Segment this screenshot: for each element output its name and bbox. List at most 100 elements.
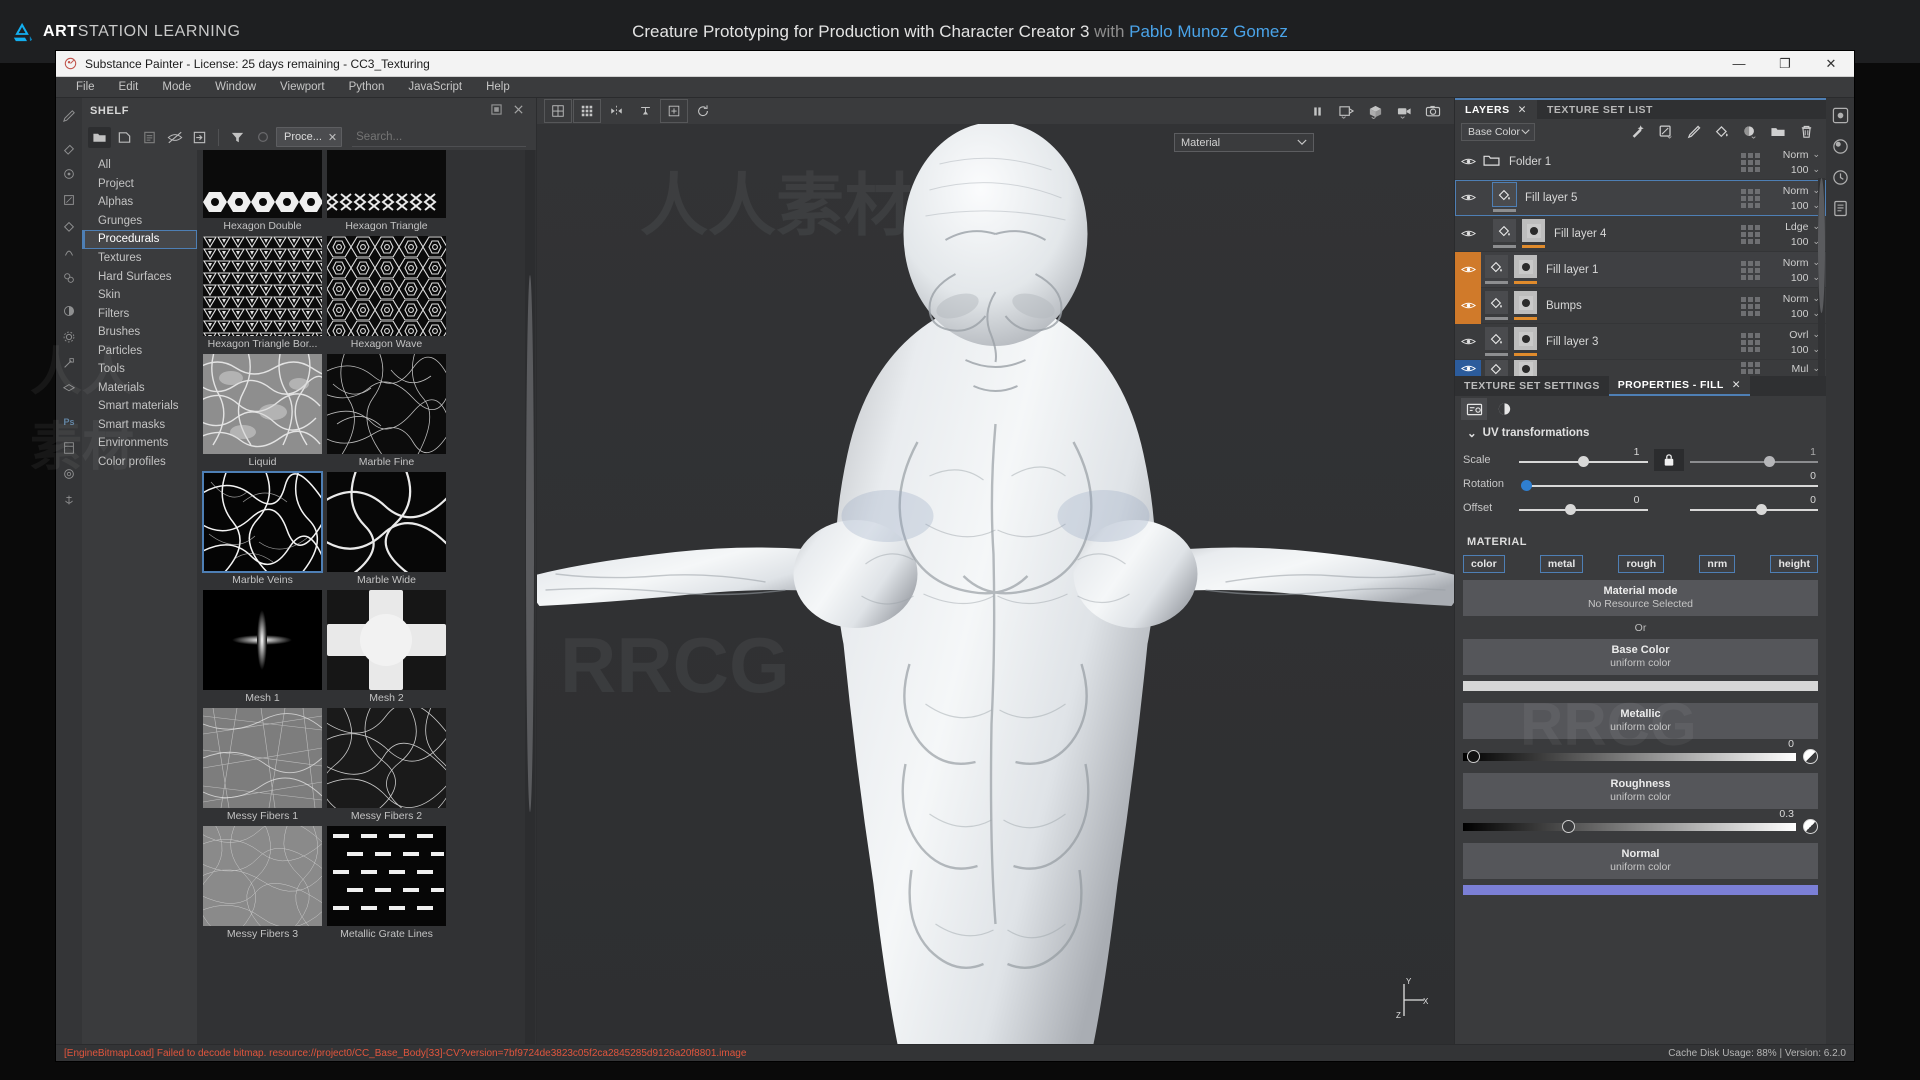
channel-grid-icon[interactable] <box>1741 225 1760 244</box>
menu-edit[interactable]: Edit <box>107 77 151 98</box>
shelf-cat-skin[interactable]: Skin <box>82 286 197 305</box>
chip-color[interactable]: color <box>1463 555 1505 573</box>
symmetry-icon[interactable] <box>603 100 629 122</box>
layer-opacity[interactable]: 100 <box>1791 200 1809 212</box>
new-shelf-icon[interactable] <box>113 127 136 148</box>
filter-icon[interactable] <box>226 127 249 148</box>
layer-blend-mode[interactable]: Norm <box>1783 149 1809 161</box>
layer-mask-thumbnail[interactable] <box>1514 360 1537 376</box>
shelf-cat-textures[interactable]: Textures <box>82 249 197 268</box>
shelf-filter-chip-close-icon[interactable]: ✕ <box>328 131 337 144</box>
menu-help[interactable]: Help <box>474 77 522 98</box>
shader-settings-icon[interactable] <box>1829 135 1851 157</box>
channel-grid-icon[interactable] <box>1741 261 1760 280</box>
cube-settings-icon[interactable] <box>58 463 80 485</box>
base-color-swatch[interactable] <box>1463 681 1818 691</box>
roughness-color-circle[interactable] <box>1803 819 1818 834</box>
shelf-cat-project[interactable]: Project <box>82 175 197 194</box>
uv-offset-slider-v[interactable]: 0 <box>1689 494 1818 520</box>
layers-scrollbar[interactable] <box>1818 178 1825 376</box>
frame-icon[interactable] <box>660 99 688 123</box>
layer-opacity[interactable]: 100 <box>1791 236 1809 248</box>
close-icon[interactable] <box>513 104 528 119</box>
shelf-item-selected[interactable]: Marble Veins <box>202 471 323 588</box>
magic-effect-icon[interactable] <box>1624 121 1652 143</box>
shelf-item[interactable]: Hexagon Double <box>203 150 322 234</box>
material-mode-drop[interactable]: Material mode No Resource Selected <box>1463 580 1818 616</box>
layer-visibility-toggle[interactable] <box>1455 180 1481 216</box>
layers-list[interactable]: Folder 1 Norm ⌄ 100 ⌄ Fill layer 5 Norm … <box>1455 144 1826 376</box>
cube-icon[interactable] <box>1362 100 1388 122</box>
metallic-color-circle[interactable] <box>1803 749 1818 764</box>
search-input[interactable] <box>352 127 526 147</box>
channel-grid-icon[interactable] <box>1741 333 1760 352</box>
shelf-item[interactable]: Hexagon Triangle Bor... <box>203 236 322 352</box>
chip-nrm[interactable]: nrm <box>1699 555 1736 573</box>
shelf-cat-color-profiles[interactable]: Color profiles <box>82 453 197 472</box>
layer-fill-thumbnail[interactable] <box>1485 291 1508 320</box>
layer-row[interactable]: Mul ⌄ <box>1455 360 1826 376</box>
layer-visibility-toggle[interactable] <box>1455 216 1481 252</box>
pause-icon[interactable] <box>1304 100 1330 122</box>
layer-visibility-toggle[interactable] <box>1455 251 1481 288</box>
layer-visibility-toggle[interactable] <box>1455 360 1481 376</box>
roughness-drop[interactable]: Roughness uniform color <box>1463 773 1818 809</box>
clone-icon[interactable] <box>58 267 80 289</box>
layer-row-selected[interactable]: Fill layer 5 Norm ⌄ 100 ⌄ <box>1455 180 1826 216</box>
shelf-cat-materials[interactable]: Materials <box>82 379 197 398</box>
layer-fill-thumbnail[interactable] <box>1493 219 1516 248</box>
shelf-item[interactable]: Mesh 2 <box>327 590 446 706</box>
menu-python[interactable]: Python <box>337 77 397 98</box>
lock-icon[interactable] <box>1653 449 1684 471</box>
shelf-cat-filters[interactable]: Filters <box>82 305 197 324</box>
ps-icon[interactable]: Ps <box>58 411 80 433</box>
layer-blend-mode[interactable]: Norm <box>1783 257 1809 269</box>
uv-transformations-header[interactable]: ⌄ UV transformations <box>1467 426 1818 440</box>
channel-grid-icon[interactable] <box>1741 297 1760 316</box>
channel-dropdown[interactable]: Base Color <box>1461 122 1535 141</box>
layer-fill-thumbnail[interactable] <box>1485 255 1508 284</box>
shelf-cat-grunges[interactable]: Grunges <box>82 212 197 231</box>
shelf-item[interactable]: Metallic Grate Lines <box>327 826 446 942</box>
channel-grid-icon[interactable] <box>1741 362 1760 376</box>
material-picker-icon[interactable] <box>58 300 80 322</box>
shelf-item[interactable]: Liquid <box>203 354 322 470</box>
shelf-item[interactable]: Mesh 1 <box>203 590 322 706</box>
tab-layers-close-icon[interactable]: ✕ <box>1518 104 1527 116</box>
shelf-item[interactable]: Messy Fibers 1 <box>203 708 322 824</box>
shelf-item[interactable]: Marble Wide <box>327 472 446 588</box>
layer-opacity[interactable]: 100 <box>1791 344 1809 356</box>
scrollbar-thumb[interactable] <box>526 275 534 812</box>
history-icon[interactable] <box>1829 166 1851 188</box>
material-dropdown[interactable]: Material <box>1174 133 1314 152</box>
layer-visibility-toggle[interactable] <box>1455 144 1481 180</box>
uv-grid-icon[interactable] <box>573 99 601 123</box>
window-minimize-button[interactable]: — <box>1716 51 1762 77</box>
shelf-cat-smart-masks[interactable]: Smart masks <box>82 416 197 435</box>
chip-height[interactable]: height <box>1770 555 1818 573</box>
tab-texture-set-settings[interactable]: TEXTURE SET SETTINGS <box>1455 376 1609 396</box>
layer-row[interactable]: Bumps Norm ⌄ 100 ⌄ <box>1455 287 1826 324</box>
layer-blend-mode[interactable]: Ovrl <box>1789 329 1808 341</box>
shelf-cat-brushes[interactable]: Brushes <box>82 323 197 342</box>
settings-gear-icon[interactable] <box>58 326 80 348</box>
trash-icon[interactable] <box>1792 121 1820 143</box>
layer-fill-thumbnail[interactable] <box>1485 327 1508 356</box>
layer-visibility-toggle[interactable] <box>1455 287 1481 324</box>
projection-icon[interactable] <box>58 163 80 185</box>
layer-opacity[interactable]: 100 <box>1791 164 1809 176</box>
layer-fill-thumbnail[interactable] <box>1485 360 1508 376</box>
layer-mask-thumbnail[interactable] <box>1522 219 1545 248</box>
reset-icon[interactable] <box>690 100 716 122</box>
layer-mask-thumbnail[interactable] <box>1514 327 1537 356</box>
shelf-item[interactable]: Marble Fine <box>327 354 446 470</box>
normal-drop[interactable]: Normal uniform color <box>1463 843 1818 879</box>
scrollbar-thumb[interactable] <box>1818 178 1825 313</box>
anchor-icon[interactable] <box>58 489 80 511</box>
shelf-item[interactable]: Messy Fibers 2 <box>327 708 446 824</box>
chip-metal[interactable]: metal <box>1539 555 1584 573</box>
uv-scale-slider-v[interactable]: 1 <box>1689 446 1818 472</box>
layer-mask-thumbnail[interactable] <box>1514 255 1537 284</box>
shelf-item[interactable]: Messy Fibers 3 <box>203 826 322 942</box>
display-settings-icon[interactable] <box>1829 104 1851 126</box>
